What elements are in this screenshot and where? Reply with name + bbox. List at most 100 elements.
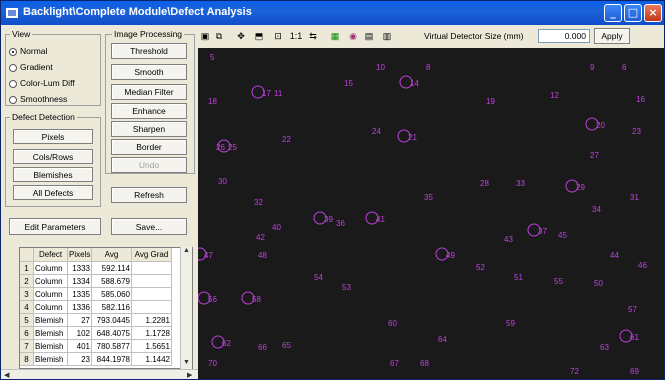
defect-label[interactable]: 51 [514,273,523,282]
defect-label[interactable]: 61 [630,333,639,342]
fit-icon[interactable]: ⊡ [271,29,285,43]
grid-icon[interactable]: ▦ [328,29,342,43]
defect-label[interactable]: 70 [208,359,217,368]
smooth-button[interactable]: Smooth [111,64,187,80]
close-button[interactable]: × [644,4,662,22]
defect-label[interactable]: 33 [516,179,525,188]
defect-label[interactable]: 22 [282,135,291,144]
vds-input[interactable]: 0.000 [538,29,590,43]
scroll-right-icon[interactable]: ▶ [187,371,192,379]
defect-label[interactable]: 42 [256,233,265,242]
view-option-gradient[interactable]: Gradient [9,62,53,74]
defect-label[interactable]: 60 [388,319,397,328]
ratio-icon[interactable]: ⇆ [306,29,320,43]
defect-label[interactable]: 16 [636,95,645,104]
defect-label[interactable]: 35 [424,193,433,202]
defect-label[interactable]: 9 [590,63,595,72]
pixels-button[interactable]: Pixels [13,129,93,144]
horizontal-scrollbar[interactable]: ◀ ▶ [1,369,198,379]
defect-label[interactable]: 52 [476,263,485,272]
refresh-button[interactable]: Refresh [111,187,187,203]
defect-label[interactable]: 21 [408,133,417,142]
all-defects-button[interactable]: All Defects [13,185,93,200]
monitor-icon[interactable]: ▥ [380,29,394,43]
defect-label[interactable]: 68 [420,359,429,368]
defect-label[interactable]: 31 [630,193,639,202]
enhance-button[interactable]: Enhance [111,103,187,119]
defect-label[interactable]: 56 [208,295,217,304]
median-filter-button[interactable]: Median Filter [111,84,187,100]
defect-label[interactable]: 15 [344,79,353,88]
scroll-up-icon[interactable]: ▲ [183,247,190,254]
defect-label[interactable]: 8 [426,63,431,72]
edit-parameters-button[interactable]: Edit Parameters [9,218,101,235]
defect-label[interactable]: 20 [596,121,605,130]
defect-label[interactable]: 55 [554,277,563,286]
defect-label[interactable]: 48 [258,251,267,260]
defect-label[interactable]: 17 [262,89,271,98]
undo-button[interactable]: Undo [111,157,187,173]
border-button[interactable]: Border [111,139,187,155]
defect-label[interactable]: 64 [438,335,447,344]
defect-label[interactable]: 46 [638,261,647,270]
defect-label[interactable]: 50 [594,279,603,288]
defect-label[interactable]: 40 [272,223,281,232]
radio-icon[interactable] [9,63,17,72]
defect-label[interactable]: 54 [314,273,323,282]
defect-label[interactable]: 43 [504,235,513,244]
view-option-smoothness[interactable]: Smoothness [9,94,67,106]
defect-label[interactable]: 18 [208,97,217,106]
defect-label[interactable]: 37 [538,227,547,236]
defect-label[interactable]: 19 [486,97,495,106]
defect-label[interactable]: 41 [376,215,385,224]
threshold-button[interactable]: Threshold [111,43,187,59]
defect-label[interactable]: 39 [324,215,333,224]
defect-label[interactable]: 63 [600,343,609,352]
defect-label[interactable]: 69 [630,367,639,376]
defect-label[interactable]: 62 [222,339,231,348]
defect-label[interactable]: 47 [204,251,213,260]
defect-label[interactable]: 12 [550,91,559,100]
column-header[interactable]: Defect [34,248,68,262]
radio-icon[interactable] [9,95,17,104]
color-icon[interactable]: ◉ [346,29,360,43]
view-option-color-lum-diff[interactable]: Color-Lum Diff [9,78,75,90]
defect-label[interactable]: 65 [282,341,291,350]
scroll-down-icon[interactable]: ▼ [183,359,190,366]
histogram-icon[interactable]: ▤ [362,29,376,43]
scroll-left-icon[interactable]: ◀ [4,371,9,379]
defect-label[interactable]: 67 [390,359,399,368]
defect-label[interactable]: 28 [480,179,489,188]
maximize-button[interactable]: □ [624,4,642,22]
blemishes-button[interactable]: Blemishes [13,167,93,182]
defect-label[interactable]: 36 [336,219,345,228]
defect-label[interactable]: 53 [342,283,351,292]
defect-label[interactable]: 11 [274,89,283,98]
defect-table[interactable]: Defect Pixels Avg Avg Grad 1 Column 1333 592.11… [19,247,193,369]
defect-label[interactable]: 58 [252,295,261,304]
defect-label[interactable]: 44 [610,251,619,260]
defect-label[interactable]: 29 [576,183,585,192]
table-vertical-scrollbar[interactable]: ▲ ▼ [180,247,192,369]
defect-label[interactable]: 45 [558,231,567,240]
defect-label[interactable]: 23 [632,127,641,136]
zoom-ratio-label[interactable]: 1:1 [288,29,304,43]
column-header[interactable]: Avg [92,248,132,262]
defect-label[interactable]: 49 [446,251,455,260]
defect-label[interactable]: 25 [228,143,237,152]
sharpen-button[interactable]: Sharpen [111,121,187,137]
cols-rows-button[interactable]: Cols/Rows [13,149,93,164]
copy-icon[interactable]: ⧉ [212,29,226,43]
defect-label[interactable]: 57 [628,305,637,314]
title-bar[interactable]: Backlight\Complete Module\Defect Analysi… [1,1,664,25]
defect-label[interactable]: 72 [570,367,579,376]
apply-button[interactable]: Apply [594,28,630,44]
save-button[interactable]: Save... [111,218,187,235]
radio-icon[interactable] [9,47,17,56]
defect-label[interactable]: 14 [410,79,419,88]
defect-label[interactable]: 27 [590,151,599,160]
save-icon[interactable]: ▣ [198,29,212,43]
defect-label[interactable]: 6 [622,63,627,72]
defect-label[interactable]: 24 [372,127,381,136]
column-header[interactable] [20,248,34,262]
